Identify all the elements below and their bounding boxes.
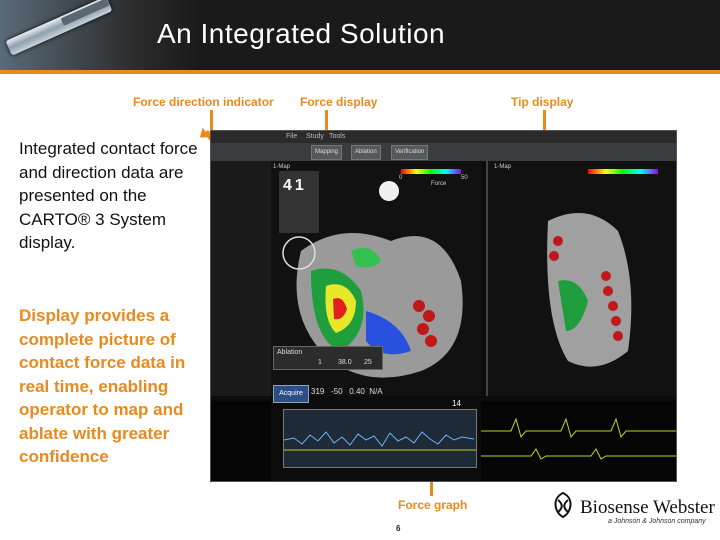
company-logo-text: Biosense Webster — [580, 497, 715, 518]
screen-toolbar: Mapping Ablation Verification — [211, 143, 676, 161]
force-scale-max: 50 — [461, 175, 468, 181]
menu-item[interactable]: Study — [306, 133, 324, 140]
intro-paragraph: Integrated contact force and direction d… — [19, 139, 198, 252]
header-accent-bar — [0, 70, 720, 74]
tab-verification[interactable]: Verification — [391, 145, 429, 160]
ecg-panel-right — [481, 401, 676, 481]
acquire-button[interactable]: Acquire — [273, 385, 309, 403]
heart-map-secondary — [547, 169, 658, 367]
tab-mapping[interactable]: Mapping — [311, 145, 343, 160]
stat-value: 0.40 — [349, 387, 365, 396]
force-graph-line — [283, 431, 476, 451]
biosense-logo-icon — [554, 491, 572, 519]
force-scale-min: 0 — [399, 175, 403, 181]
stat-value: N/A — [369, 387, 383, 396]
stats-readout: 319 -50 0.40 N/A — [311, 387, 383, 396]
ablation-value: 1 — [318, 359, 322, 366]
force-graph: 14 — [283, 399, 477, 468]
ablation-value: 25 — [364, 359, 372, 366]
slide-title: An Integrated Solution — [157, 18, 446, 49]
graph-value: 14 — [452, 399, 461, 408]
stat-value: 319 — [311, 387, 325, 396]
ablation-panel: Ablation 1 38.0 25 — [273, 346, 383, 370]
callout-force-direction: Force direction indicator — [133, 95, 274, 109]
ecg-traces — [481, 417, 676, 460]
callout-force-graph: Force graph — [398, 498, 468, 512]
menu-item[interactable]: Tools — [329, 133, 345, 140]
force-value: 41 — [283, 177, 307, 194]
map-view-primary[interactable]: 1-Map 41 Force 50 0 Ablation 1 38.0 25 — [271, 161, 481, 396]
page-number: 6 — [396, 524, 401, 533]
stat-value: -50 — [331, 387, 343, 396]
screen-left-panel — [211, 161, 272, 396]
ecg-panel-left — [211, 401, 271, 481]
ablation-label: Ablation — [277, 349, 303, 356]
company-logo-subtitle: a Johnson & Johnson company — [608, 518, 706, 525]
menu-item[interactable]: File — [286, 133, 297, 140]
ablation-value: 38.0 — [338, 359, 352, 366]
carto-screen: File Study Tools Mapping Ablation Verifi… — [210, 130, 677, 482]
benefit-paragraph: Display provides a complete picture of c… — [19, 306, 186, 466]
callout-tip-display: Tip display — [511, 95, 574, 109]
tab-ablation[interactable]: Ablation — [351, 145, 381, 160]
force-scale-label: Force — [431, 181, 447, 187]
slide-header: An Integrated Solution — [0, 0, 720, 70]
map-view-secondary[interactable]: 1-Map — [486, 161, 676, 396]
callout-force-display: Force display — [300, 95, 378, 109]
screen-menubar: File Study Tools — [211, 131, 676, 143]
